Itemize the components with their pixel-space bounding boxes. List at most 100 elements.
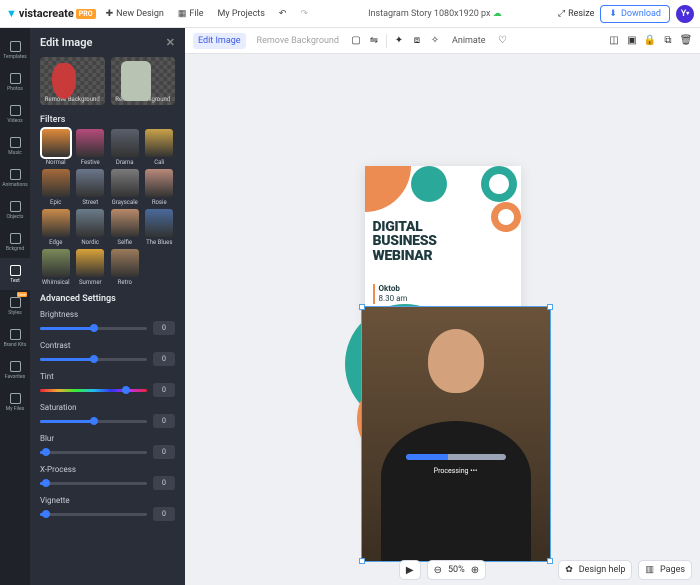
rail-item-my-files[interactable]: My Files — [0, 386, 30, 418]
slider-value: 0 — [153, 445, 175, 459]
filter-the-blues[interactable]: The Blues — [144, 209, 176, 246]
resize-button[interactable]: ⤢ Resize — [558, 9, 595, 19]
slider-track[interactable] — [40, 451, 147, 454]
slider-value: 0 — [153, 414, 175, 428]
slider-value: 0 — [153, 383, 175, 397]
rail-item-videos[interactable]: Videos — [0, 98, 30, 130]
rail-item-brand-kits[interactable]: Brand Kits — [0, 322, 30, 354]
enhance-icon[interactable]: ✧ — [429, 35, 441, 47]
rail-item-objects[interactable]: Objects — [0, 194, 30, 226]
position-icon[interactable]: ◫ — [608, 35, 620, 47]
rail-item-text[interactable]: Text — [0, 258, 30, 290]
layer-icon[interactable]: ▣ — [626, 35, 638, 47]
animate-button[interactable]: Animate — [447, 33, 491, 49]
rail-item-favorites[interactable]: Favorites — [0, 354, 30, 386]
slider-brightness: Brightness0 — [40, 310, 175, 335]
slider-track[interactable] — [40, 389, 147, 392]
filter-grid: NormalFestiveDramaCali EpicStreetGrayscal… — [30, 129, 185, 286]
processing-bar — [406, 454, 506, 460]
my-projects-button[interactable]: My Projects — [214, 7, 269, 21]
file-menu[interactable]: ▦ File — [174, 7, 208, 21]
slider-track[interactable] — [40, 358, 147, 361]
rail-item-bckgrnd[interactable]: Bckgrnd — [0, 226, 30, 258]
filter-rosie[interactable]: Rosie — [144, 169, 176, 206]
slider-saturation: Saturation0 — [40, 403, 175, 428]
slider-value: 0 — [153, 476, 175, 490]
filter-street[interactable]: Street — [75, 169, 107, 206]
flip-icon[interactable]: ⇋ — [368, 35, 380, 47]
resize-handle[interactable] — [547, 304, 553, 310]
document-title[interactable]: Instagram Story 1080x1920 px ☁ — [368, 9, 502, 19]
decor-shape — [491, 202, 521, 232]
adjust-icon[interactable]: ⧈ — [411, 35, 423, 47]
slider-track[interactable] — [40, 420, 147, 423]
slider-blur: Blur0 — [40, 434, 175, 459]
decor-shape — [481, 166, 517, 202]
filter-summer[interactable]: Summer — [75, 249, 107, 286]
slider-x-process: X-Process0 — [40, 465, 175, 490]
bg-remove-thumb-alt[interactable]: Remove Background — [111, 57, 176, 105]
filter-cali[interactable]: Cali — [144, 129, 176, 166]
rail-item-templates[interactable]: Templates — [0, 34, 30, 66]
effects-icon[interactable]: ✦ — [393, 35, 405, 47]
advanced-settings-heading: Advanced Settings — [40, 294, 175, 304]
slider-contrast: Contrast0 — [40, 341, 175, 366]
decor-shape — [411, 166, 447, 202]
filter-whimsical[interactable]: Whimsical — [40, 249, 72, 286]
slider-value: 0 — [153, 352, 175, 366]
canvas-stage[interactable]: DIGITAL BUSINESS WEBINAR Oktob8.30 am Sp… — [185, 54, 700, 555]
undo-button[interactable]: ↶ — [275, 7, 291, 21]
crop-icon[interactable]: ▢ — [350, 35, 362, 47]
context-toolbar: Edit Image Remove Background ▢ ⇋ ✦ ⧈ ✧ A… — [185, 28, 700, 54]
design-help-button[interactable]: ✿ Design help — [558, 560, 632, 580]
pages-button[interactable]: ▥ Pages — [638, 560, 692, 580]
edit-image-panel: Edit Image ✕ Remove Background Remove Ba… — [30, 28, 185, 585]
rail-item-animations[interactable]: Animations — [0, 162, 30, 194]
logo[interactable]: ▼vistacreatePRO — [6, 7, 96, 20]
rail-item-music[interactable]: Music — [0, 130, 30, 162]
lock-icon[interactable]: 🔒 — [644, 35, 656, 47]
filter-grayscale[interactable]: Grayscale — [109, 169, 141, 206]
filter-epic[interactable]: Epic — [40, 169, 72, 206]
panel-title: Edit Image — [40, 36, 92, 49]
processing-label: Processing ••• — [434, 467, 478, 475]
filter-selfie[interactable]: Selfie — [109, 209, 141, 246]
delete-icon[interactable]: 🗑 — [680, 35, 692, 47]
close-panel-button[interactable]: ✕ — [166, 36, 175, 49]
filter-normal[interactable]: Normal — [40, 129, 72, 166]
zoom-control[interactable]: ⊖50%⊕ — [427, 560, 487, 580]
canvas-area: Edit Image Remove Background ▢ ⇋ ✦ ⧈ ✧ A… — [185, 28, 700, 585]
filter-nordic[interactable]: Nordic — [75, 209, 107, 246]
resize-handle[interactable] — [359, 304, 365, 310]
redo-button[interactable]: ↷ — [296, 7, 312, 21]
filter-edge[interactable]: Edge — [40, 209, 72, 246]
event-info[interactable]: Oktob8.30 am — [373, 284, 408, 305]
slider-track[interactable] — [40, 513, 147, 516]
slider-track[interactable] — [40, 482, 147, 485]
rail-item-styles[interactable]: StylesNew — [0, 290, 30, 322]
artboard[interactable]: DIGITAL BUSINESS WEBINAR Oktob8.30 am Sp… — [365, 166, 521, 444]
slider-value: 0 — [153, 507, 175, 521]
filter-drama[interactable]: Drama — [109, 129, 141, 166]
slider-track[interactable] — [40, 327, 147, 330]
filter-festive[interactable]: Festive — [75, 129, 107, 166]
side-rail: TemplatesPhotosVideosMusicAnimationsObje… — [0, 28, 30, 585]
filters-heading: Filters — [30, 105, 185, 129]
play-button[interactable]: ▶ — [399, 560, 421, 580]
bg-remove-thumb[interactable]: Remove Background — [40, 57, 105, 105]
filter-retro[interactable]: Retro — [109, 249, 141, 286]
rail-item-photos[interactable]: Photos — [0, 66, 30, 98]
selection-box[interactable]: Processing ••• — [361, 306, 551, 562]
duplicate-icon[interactable]: ⧉ — [662, 35, 674, 47]
selected-image[interactable] — [362, 307, 550, 561]
remove-background-tab[interactable]: Remove Background — [252, 33, 344, 49]
new-design-button[interactable]: ✚ New Design — [102, 7, 168, 21]
slider-tint: Tint0 — [40, 372, 175, 397]
headline-text[interactable]: DIGITAL BUSINESS WEBINAR — [373, 220, 437, 264]
slider-value: 0 — [153, 321, 175, 335]
download-button[interactable]: ⬇ Download — [600, 5, 670, 23]
favorite-icon[interactable]: ♡ — [497, 35, 509, 47]
edit-image-tab[interactable]: Edit Image — [193, 33, 246, 49]
user-avatar[interactable]: Y▾ — [676, 5, 694, 23]
pro-badge: PRO — [76, 9, 96, 19]
